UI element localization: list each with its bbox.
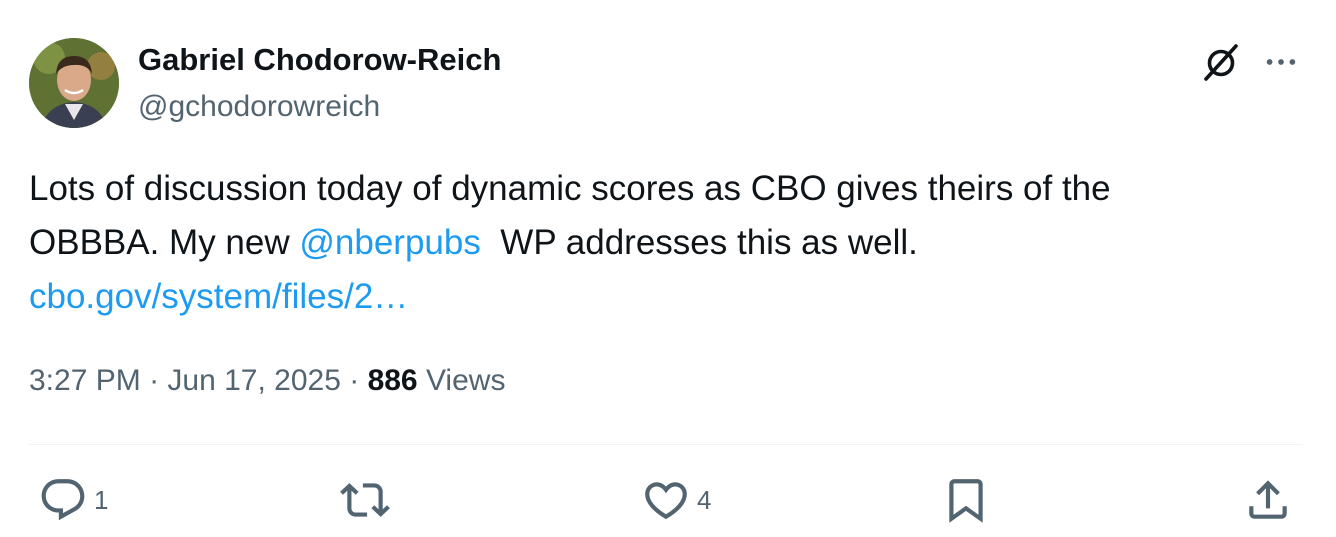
heart-icon (645, 482, 687, 520)
views-label: Views (417, 364, 506, 397)
like-count: 4 (697, 484, 712, 515)
author-handle[interactable]: @gchodorowreich (138, 90, 380, 124)
tweet-meta: 3:27 PM · Jun 17, 2025 · 886 Views (29, 364, 505, 398)
more-icon (1266, 59, 1296, 65)
timestamp-time[interactable]: 3:27 PM (29, 364, 141, 397)
retweet-icon (340, 483, 390, 517)
tweet-text-line: Lots of discussion today of dynamic scor… (29, 169, 1111, 208)
tweet-text: Lots of discussion today of dynamic scor… (29, 162, 1289, 324)
meta-separator: · (140, 364, 168, 397)
share-icon (1249, 480, 1287, 519)
bookmark-button[interactable] (941, 474, 991, 526)
views-count: 886 (367, 364, 418, 397)
meta-separator: · (340, 364, 368, 397)
tweet-text-fragment: OBBBA. My new (29, 223, 300, 262)
avatar[interactable] (29, 38, 119, 128)
more-button[interactable] (1259, 40, 1303, 84)
grok-button[interactable] (1199, 40, 1243, 84)
retweet-button[interactable] (340, 474, 396, 526)
reply-count: 1 (94, 484, 109, 515)
reply-icon (41, 479, 85, 521)
tweet-card: Gabriel Chodorow-Reich @gchodorowreich L… (0, 0, 1336, 537)
divider (29, 444, 1303, 445)
tweet-text-line: OBBBA. My new @nberpubs WP addresses thi… (29, 216, 1289, 270)
author-display-name[interactable]: Gabriel Chodorow-Reich (138, 42, 501, 78)
url-link[interactable]: cbo.gov/system/files/2… (29, 270, 1289, 324)
timestamp-date[interactable]: Jun 17, 2025 (167, 364, 340, 397)
mention-link[interactable]: @nberpubs (299, 223, 480, 262)
share-button[interactable] (1243, 474, 1293, 526)
bookmark-icon (949, 479, 983, 523)
grok-icon (1204, 44, 1238, 81)
tweet-text-fragment: WP addresses this as well. (480, 223, 918, 262)
reply-button[interactable]: 1 (38, 474, 108, 526)
avatar-image (29, 38, 119, 128)
like-button[interactable]: 4 (641, 474, 711, 526)
